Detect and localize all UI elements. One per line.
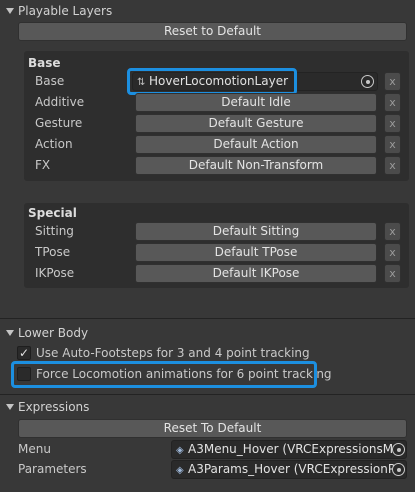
layer-label-tpose: TPose	[35, 245, 71, 259]
highlight-force-locomotion	[11, 361, 317, 388]
layer-button-sitting[interactable]: Default Sitting	[135, 222, 377, 241]
remove-fx-button[interactable]: x	[384, 156, 401, 175]
remove-base-button[interactable]: x	[384, 72, 401, 91]
layer-label-gesture: Gesture	[35, 116, 83, 130]
base-section-title: Base	[28, 56, 61, 70]
foldout-arrow-icon	[6, 7, 14, 14]
expressions-title: Expressions	[18, 400, 90, 414]
highlight-base-field	[127, 68, 297, 95]
object-picker-icon[interactable]	[392, 443, 405, 456]
foldout-arrow-icon	[6, 403, 14, 410]
expressions-reset-button[interactable]: Reset To Default	[18, 419, 407, 438]
menu-label: Menu	[18, 442, 51, 456]
remove-tpose-button[interactable]: x	[384, 243, 401, 262]
layer-button-ikpose[interactable]: Default IKPose	[135, 264, 377, 283]
layer-label-ikpose: IKPose	[35, 266, 75, 280]
section-divider	[0, 318, 415, 319]
playable-layers-foldout[interactable]: Playable Layers	[6, 4, 112, 18]
layer-label-fx: FX	[35, 158, 51, 172]
object-picker-icon[interactable]	[361, 75, 374, 88]
layer-button-action[interactable]: Default Action	[135, 135, 377, 154]
parameters-value: A3Params_Hover (VRCExpressionPa	[188, 462, 402, 476]
lower-body-title: Lower Body	[18, 326, 89, 340]
auto-footsteps-label: Use Auto-Footsteps for 3 and 4 point tra…	[36, 346, 310, 360]
playable-layers-title: Playable Layers	[18, 4, 113, 18]
layer-button-additive[interactable]: Default Idle	[135, 93, 377, 112]
layer-label-base: Base	[35, 74, 65, 88]
expressions-foldout[interactable]: Expressions	[6, 400, 89, 414]
layer-label-sitting: Sitting	[35, 224, 74, 238]
menu-object-field[interactable]: ◈ A3Menu_Hover (VRCExpressionsMe	[171, 440, 407, 459]
remove-gesture-button[interactable]: x	[384, 114, 401, 133]
object-picker-icon[interactable]	[392, 463, 405, 476]
menu-value: A3Menu_Hover (VRCExpressionsMe	[188, 442, 401, 456]
parameters-label: Parameters	[18, 462, 87, 476]
layer-button-gesture[interactable]: Default Gesture	[135, 114, 377, 133]
layer-button-fx[interactable]: Default Non-Transform	[135, 156, 377, 175]
reset-to-default-button[interactable]: Reset to Default	[18, 22, 407, 41]
remove-ikpose-button[interactable]: x	[384, 264, 401, 283]
lower-body-foldout[interactable]: Lower Body	[6, 326, 88, 340]
remove-action-button[interactable]: x	[384, 135, 401, 154]
asset-icon: ◈	[176, 445, 184, 456]
layer-button-tpose[interactable]: Default TPose	[135, 243, 377, 262]
remove-additive-button[interactable]: x	[384, 93, 401, 112]
remove-sitting-button[interactable]: x	[384, 222, 401, 241]
asset-icon: ◈	[176, 465, 184, 476]
section-divider	[0, 394, 415, 395]
layer-label-additive: Additive	[35, 95, 85, 109]
layer-label-action: Action	[35, 137, 73, 151]
parameters-object-field[interactable]: ◈ A3Params_Hover (VRCExpressionPa	[171, 460, 407, 479]
foldout-arrow-icon	[6, 329, 14, 336]
checkmark-icon: ✓	[18, 346, 30, 360]
special-section-title: Special	[28, 206, 77, 220]
auto-footsteps-checkbox[interactable]: ✓	[17, 346, 31, 360]
